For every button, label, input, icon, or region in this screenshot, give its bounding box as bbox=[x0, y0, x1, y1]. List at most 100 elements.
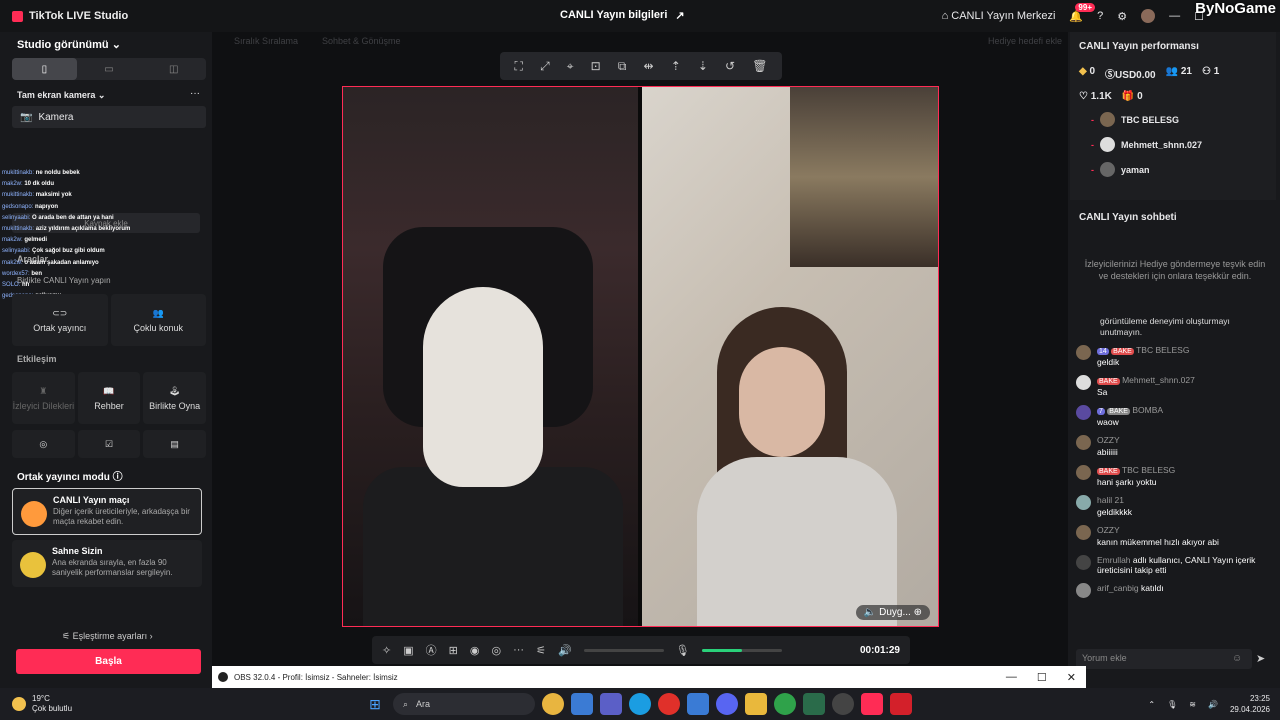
app-icon[interactable] bbox=[803, 693, 825, 715]
expand-icon[interactable]: ⤢ bbox=[540, 59, 550, 74]
checklist-tool-button[interactable]: ☑ bbox=[77, 430, 141, 458]
emoji-icon[interactable]: ☺ bbox=[1232, 653, 1242, 664]
edge-icon[interactable] bbox=[629, 693, 651, 715]
chat-message-body: OZZY abiiiiii bbox=[1097, 435, 1120, 457]
layer-up-icon[interactable]: ⇡ bbox=[671, 59, 681, 73]
notification-icon[interactable]: 🔔 99+ bbox=[1069, 2, 1095, 23]
volume-slider[interactable] bbox=[583, 648, 664, 652]
date: 29.04.2026 bbox=[1229, 705, 1270, 714]
portrait-option[interactable]: ▯ bbox=[12, 58, 77, 80]
more-icon[interactable]: ··· bbox=[190, 88, 200, 99]
comment-input[interactable]: Yorum ekle bbox=[1076, 649, 1252, 669]
taskbar-search[interactable]: ⌕ Ara bbox=[393, 693, 535, 715]
more-icon[interactable]: ··· bbox=[513, 644, 524, 656]
avatar bbox=[1100, 137, 1115, 152]
browser-icon[interactable] bbox=[774, 693, 796, 715]
gear-icon[interactable]: ⚙ bbox=[1117, 10, 1127, 23]
emotion-pill[interactable]: 🔈 Duyg... ⊕ bbox=[855, 605, 930, 620]
flip-icon[interactable]: ⇹ bbox=[644, 59, 654, 73]
mixer-icon[interactable]: ⚟ bbox=[536, 644, 546, 657]
target-tool-button[interactable]: ◎ bbox=[12, 430, 75, 458]
scene-icon[interactable]: ▣ bbox=[403, 644, 413, 657]
box-tool-button[interactable]: ▤ bbox=[143, 430, 207, 458]
minimize-button[interactable]: — bbox=[1006, 671, 1017, 684]
overlay-user: mak2w: bbox=[2, 181, 23, 188]
info-icon[interactable]: ⓘ bbox=[113, 472, 123, 483]
stream-icon[interactable]: ◎ bbox=[491, 644, 501, 657]
store-icon[interactable] bbox=[571, 693, 593, 715]
performance-card: CANLI Yayın performansı ◆ 0 ⓈUSD0.00 👥 2… bbox=[1070, 32, 1276, 200]
video-preview[interactable]: 🔈 Duyg... ⊕ bbox=[342, 86, 939, 627]
play-together-button[interactable]: 🕹 Birlikte Oyna bbox=[143, 372, 207, 424]
level-badge: 7 bbox=[1097, 408, 1105, 415]
mic-icon[interactable]: 🎙 bbox=[1167, 700, 1177, 709]
start-button[interactable]: Başla bbox=[16, 649, 201, 674]
close-button[interactable]: ✕ bbox=[1067, 671, 1076, 684]
live-center-button[interactable]: ⌂ CANLI Yayın Merkezi bbox=[942, 10, 1056, 22]
obs-taskbar-icon[interactable] bbox=[832, 693, 854, 715]
teams-icon[interactable] bbox=[600, 693, 622, 715]
ai-icon[interactable]: Ⓐ bbox=[426, 642, 437, 658]
record-icon[interactable]: ◉ bbox=[470, 644, 480, 657]
weather-widget[interactable]: 19°C Çok bulutlu bbox=[0, 694, 72, 714]
live-match-card[interactable]: CANLI Yayın maçı Diğer içerik üreticiler… bbox=[12, 488, 202, 535]
maximize-button[interactable]: ☐ bbox=[1037, 671, 1047, 684]
chat-message: OZZY abiiiiii bbox=[1076, 435, 1276, 457]
speaker-icon[interactable]: 🔊 bbox=[558, 644, 572, 657]
trash-icon[interactable]: 🗑 bbox=[752, 59, 767, 73]
plus-box-icon[interactable]: ⊞ bbox=[449, 644, 458, 657]
studio-view-dropdown[interactable]: Studio görünümü ⌄ bbox=[17, 38, 121, 51]
ranking-row[interactable]: - Mehmett_shnn.027 bbox=[1079, 137, 1267, 152]
earnings-value: USD0.00 bbox=[1115, 70, 1156, 81]
tiktok-taskbar-icon[interactable] bbox=[861, 693, 883, 715]
multi-guest-button[interactable]: 👥 Çoklu konuk bbox=[110, 294, 206, 346]
crop-icon[interactable]: ⊡ bbox=[591, 59, 601, 73]
copy-icon[interactable]: ⧉ bbox=[618, 59, 627, 74]
layer-down-icon[interactable]: ⇣ bbox=[698, 59, 708, 73]
stats-row-2: ♡ 1.1K 🎁 0 bbox=[1079, 91, 1267, 102]
ranking-row[interactable]: - TBC BELESG bbox=[1079, 112, 1267, 127]
orientation-switch: ▯ ▭ ◫ bbox=[12, 58, 206, 80]
chat-message: OZZY kanın mükemmel hızlı akıyor abi bbox=[1076, 525, 1276, 547]
windows-start-icon[interactable]: ⊞ bbox=[364, 693, 386, 715]
avatar[interactable] bbox=[1141, 9, 1156, 23]
opera-icon[interactable] bbox=[658, 693, 680, 715]
guide-button[interactable]: 📖 Rehber bbox=[77, 372, 141, 424]
camera-section-dropdown[interactable]: Tam ekran kamera ⌄ bbox=[17, 90, 105, 101]
clock[interactable]: 23:25 29.04.2026 bbox=[1230, 693, 1270, 715]
magic-icon[interactable]: ✧ bbox=[382, 644, 391, 657]
link-icon: ⊂⊃ bbox=[52, 307, 68, 318]
minimize-button[interactable]: — bbox=[1169, 10, 1180, 22]
landscape-option[interactable]: ▭ bbox=[77, 58, 142, 80]
volume-icon[interactable]: 🔊 bbox=[1208, 700, 1218, 709]
mic-icon[interactable]: 🎙 bbox=[676, 644, 690, 657]
stage-card[interactable]: Sahne Sizin Ana ekranda sırayla, en fazl… bbox=[12, 540, 202, 587]
chrome-icon[interactable] bbox=[542, 693, 564, 715]
discord-icon[interactable] bbox=[716, 693, 738, 715]
cohost-button[interactable]: ⊂⊃ Ortak yayıncı bbox=[12, 294, 108, 346]
media-icon[interactable] bbox=[890, 693, 912, 715]
followers-value: 1 bbox=[1213, 66, 1220, 77]
camera-source-item[interactable]: 📷 Kamera bbox=[12, 106, 206, 128]
mic-level-slider[interactable] bbox=[701, 648, 782, 652]
folder-icon[interactable] bbox=[745, 693, 767, 715]
heart-icon: ♡ bbox=[1079, 91, 1088, 102]
chevron-up-icon[interactable]: ⌃ bbox=[1148, 700, 1155, 709]
help-icon[interactable]: ? bbox=[1097, 10, 1103, 22]
viewer-wishes-button[interactable]: ♜ İzleyici Dilekleri bbox=[12, 372, 75, 424]
guest-camera-feed: 🔈 Duyg... ⊕ bbox=[642, 87, 938, 626]
undo-icon[interactable]: ↺ bbox=[725, 59, 735, 73]
send-icon[interactable]: ➤ bbox=[1256, 652, 1265, 665]
center-icon[interactable]: ⌖ bbox=[567, 59, 574, 74]
rank-name: TBC BELESG bbox=[1121, 114, 1180, 125]
other-layout-option[interactable]: ◫ bbox=[141, 58, 206, 80]
mail-icon[interactable] bbox=[687, 693, 709, 715]
matching-settings-link[interactable]: ⚟ Eşleştirme ayarları › bbox=[62, 631, 153, 642]
live-info-button[interactable]: CANLI Yayın bilgileri ↗ bbox=[560, 9, 685, 22]
share-icon: ↗ bbox=[675, 10, 685, 22]
viewers-value: 21 bbox=[1180, 66, 1192, 77]
wifi-icon[interactable]: ≋ bbox=[1189, 700, 1196, 709]
mask-shape bbox=[423, 287, 543, 487]
ranking-row[interactable]: - yaman bbox=[1079, 162, 1267, 177]
fit-icon[interactable]: ⛶ bbox=[515, 59, 523, 74]
